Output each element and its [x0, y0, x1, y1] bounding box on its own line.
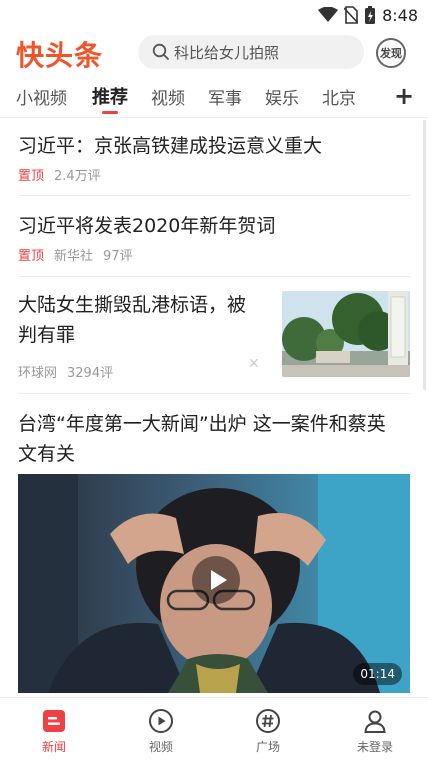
nav-label: 广场: [255, 740, 280, 754]
dismiss-icon[interactable]: ✕: [248, 356, 260, 372]
no-sim-icon: [344, 6, 359, 24]
comment-count: 97评: [103, 249, 133, 264]
divider: [18, 393, 410, 394]
pinned-label: 置顶: [18, 249, 45, 264]
active-tab-indicator: [102, 111, 118, 114]
tab-beijing[interactable]: 北京: [322, 84, 356, 109]
news-item-1[interactable]: 习近平：京张高铁建成投运意义重大 置顶 2.4万评: [18, 131, 410, 184]
news-source: 新华社: [54, 249, 94, 264]
nav-news[interactable]: 新闻: [24, 708, 84, 755]
divider: [18, 195, 410, 196]
tab-small-video[interactable]: 小视频: [16, 84, 67, 109]
news-title: 习近平将发表2020年新年贺词: [18, 215, 276, 237]
discover-button[interactable]: 发现: [376, 38, 406, 68]
nav-account[interactable]: 未登录: [345, 708, 405, 755]
status-time: 8:48: [382, 5, 418, 25]
nav-label: 视频: [148, 740, 173, 754]
play-circle-icon: [149, 709, 173, 733]
campus-photo: [282, 291, 410, 377]
category-tabs: 小视频 推荐 视频 军事 娱乐 北京 +: [0, 78, 428, 118]
status-bar: 8:48: [0, 0, 428, 30]
news-item-3[interactable]: 大陆女生撕毁乱港标语，被 判有罪 环球网 3294评: [18, 290, 268, 381]
news-title-line1: 台湾“年度第一大新闻”出炉 这一案件和蔡英: [18, 413, 386, 435]
tab-recommend[interactable]: 推荐: [92, 83, 128, 109]
news-meta: 环球网 3294评: [18, 362, 268, 381]
bottom-nav: 新闻 视频 广场 未登录: [0, 697, 428, 761]
news-thumbnail[interactable]: [282, 291, 410, 377]
play-icon: [211, 570, 227, 590]
hashtag-icon: [256, 709, 280, 733]
scrollbar[interactable]: [423, 120, 426, 390]
news-meta: 置顶 2.4万评: [18, 165, 410, 184]
news-item-2[interactable]: 习近平将发表2020年新年贺词 置顶 新华社 97评: [18, 211, 410, 264]
comment-count: 2.4万评: [54, 169, 101, 184]
battery-icon: [365, 6, 376, 24]
news-item-4[interactable]: 台湾“年度第一大新闻”出炉 这一案件和蔡英 文有关: [18, 409, 410, 469]
nav-square[interactable]: 广场: [238, 708, 298, 755]
nav-label: 未登录: [356, 740, 393, 754]
video-duration: 01:14: [353, 663, 402, 685]
nav-label: 新闻: [41, 740, 66, 754]
discover-label: 发现: [380, 47, 402, 60]
news-title: 习近平：京张高铁建成投运意义重大: [18, 135, 323, 157]
news-title-line2: 判有罪: [18, 324, 76, 346]
news-title-line2: 文有关: [18, 443, 76, 465]
wifi-icon: [318, 7, 339, 22]
divider: [18, 276, 410, 277]
nav-video[interactable]: 视频: [131, 708, 191, 755]
tab-entertainment[interactable]: 娱乐: [265, 84, 299, 109]
news-meta: 置顶 新华社 97评: [18, 245, 410, 264]
app-header: 快头条 科比给女儿拍照 发现: [0, 30, 428, 74]
tab-video[interactable]: 视频: [151, 84, 185, 109]
status-icons: 8:48: [318, 4, 418, 26]
search-placeholder: 科比给女儿拍照: [174, 43, 280, 62]
user-icon: [364, 710, 386, 733]
pinned-label: 置顶: [18, 169, 45, 184]
app-logo: 快头条: [16, 39, 104, 72]
video-player[interactable]: 01:14: [18, 474, 410, 693]
news-icon: [43, 710, 65, 732]
play-button[interactable]: [192, 556, 240, 604]
search-bar[interactable]: 科比给女儿拍照: [138, 35, 364, 69]
news-title-line1: 大陆女生撕毁乱港标语，被: [18, 294, 247, 316]
search-icon: [152, 43, 169, 60]
news-source: 环球网: [18, 366, 58, 381]
tab-military[interactable]: 军事: [208, 84, 242, 109]
comment-count: 3294评: [67, 366, 114, 381]
add-tab-button[interactable]: +: [394, 82, 414, 110]
